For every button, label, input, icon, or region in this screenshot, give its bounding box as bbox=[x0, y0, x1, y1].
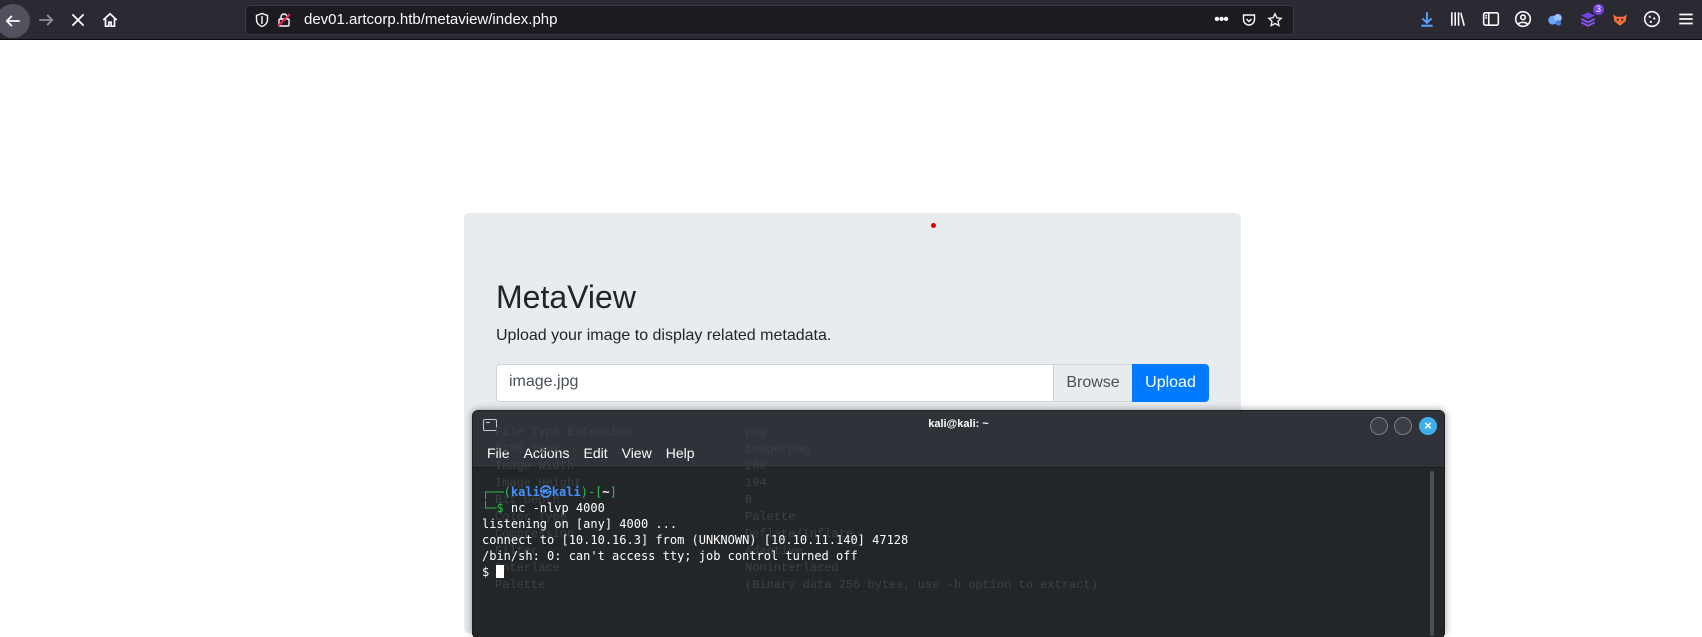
terminal-output-line: listening on [any] 4000 ... bbox=[482, 517, 678, 531]
back-button[interactable] bbox=[0, 4, 30, 38]
menu-icon[interactable] bbox=[1676, 9, 1696, 29]
url-text[interactable]: dev01.artcorp.htb/metaview/index.php bbox=[304, 11, 557, 28]
metadata-key: File Type Extension bbox=[495, 425, 632, 439]
shell-prompt: $ bbox=[482, 565, 497, 579]
bookmark-star-icon[interactable] bbox=[1265, 11, 1285, 29]
metadata-value: (Binary data 256 bytes, use -b option to… bbox=[745, 578, 1098, 592]
home-button[interactable] bbox=[96, 6, 124, 34]
prompt-end: ] bbox=[609, 485, 617, 499]
account-icon[interactable] bbox=[1513, 9, 1533, 29]
pocket-icon[interactable] bbox=[1239, 11, 1259, 29]
minimize-button[interactable] bbox=[1370, 417, 1388, 435]
metadata-row: Image Width 250 bbox=[495, 459, 1215, 476]
metadata-value: image/png bbox=[745, 442, 810, 456]
prompt-dir: ~ bbox=[602, 485, 610, 499]
file-input[interactable]: image.jpg bbox=[496, 364, 1054, 402]
forward-button[interactable] bbox=[32, 6, 60, 34]
url-bar[interactable]: dev01.artcorp.htb/metaview/index.php ••• bbox=[245, 5, 1294, 35]
home-icon bbox=[102, 12, 118, 28]
extension-stack-icon[interactable]: 3 bbox=[1578, 4, 1604, 29]
stop-button[interactable] bbox=[64, 6, 92, 34]
prompt-dollar: └─$ bbox=[482, 501, 511, 515]
metadata-row: Palette (Binary data 256 bytes, use -b op… bbox=[495, 578, 1215, 595]
terminal-prompt-line: ┌──(kali㉿kali)-[~] bbox=[482, 484, 908, 500]
metadata-row: MIME Type image/png bbox=[495, 442, 1215, 459]
terminal-window[interactable]: kali@kali: ~ × File Actions Edit View He… bbox=[472, 410, 1445, 637]
metadata-value: png bbox=[745, 425, 767, 439]
shield-icon[interactable] bbox=[254, 12, 270, 28]
terminal-command: nc -nlvp 4000 bbox=[510, 501, 605, 515]
page-actions-icon[interactable]: ••• bbox=[1211, 11, 1231, 29]
metadata-value: 250 bbox=[745, 459, 767, 473]
extension-fox-icon[interactable] bbox=[1610, 9, 1630, 29]
arrow-right-icon bbox=[39, 14, 54, 26]
browse-button[interactable]: Browse bbox=[1053, 364, 1133, 402]
terminal-cursor bbox=[496, 565, 505, 578]
insecure-lock-icon[interactable] bbox=[276, 12, 292, 28]
metadata-key: Palette bbox=[495, 578, 546, 592]
terminal-command-line: └─$ nc -nlvp 4000 bbox=[482, 500, 908, 516]
maximize-button[interactable] bbox=[1394, 417, 1412, 435]
terminal-output[interactable]: File Type Extension png MIME Type image/png… bbox=[473, 425, 1444, 637]
prompt-close: )-[ bbox=[580, 485, 603, 499]
prompt-user: kali㉿kali bbox=[510, 485, 581, 499]
page-lead: Upload your image to display related met… bbox=[496, 327, 832, 344]
metadata-key: MIME Type bbox=[495, 442, 560, 456]
close-icon bbox=[71, 13, 85, 27]
terminal-output-line: connect to [10.10.16.3] from (UNKNOWN) [… bbox=[482, 533, 909, 547]
cookie-icon[interactable] bbox=[1642, 9, 1662, 29]
sidebar-icon[interactable] bbox=[1481, 9, 1501, 29]
downloads-icon[interactable] bbox=[1417, 9, 1437, 29]
close-button[interactable]: × bbox=[1419, 417, 1437, 435]
red-dot bbox=[931, 223, 936, 228]
terminal-output-line: /bin/sh: 0: can't access tty; job contro… bbox=[482, 549, 858, 563]
terminal-shell-line: $ bbox=[482, 564, 908, 580]
library-icon[interactable] bbox=[1448, 9, 1468, 29]
page-title: MetaView bbox=[496, 279, 636, 315]
browser-toolbar: dev01.artcorp.htb/metaview/index.php •••… bbox=[0, 0, 1702, 40]
terminal-scrollbar[interactable] bbox=[1430, 471, 1434, 636]
extension-badge: 3 bbox=[1592, 4, 1604, 15]
metadata-key: Image Width bbox=[495, 459, 575, 473]
metadata-row: File Type Extension png bbox=[495, 425, 1215, 442]
upload-button[interactable]: Upload bbox=[1132, 364, 1209, 402]
arrow-left-icon bbox=[5, 15, 20, 27]
prompt-open: ┌──( bbox=[482, 485, 511, 499]
extension-cloud-icon[interactable] bbox=[1545, 9, 1565, 29]
